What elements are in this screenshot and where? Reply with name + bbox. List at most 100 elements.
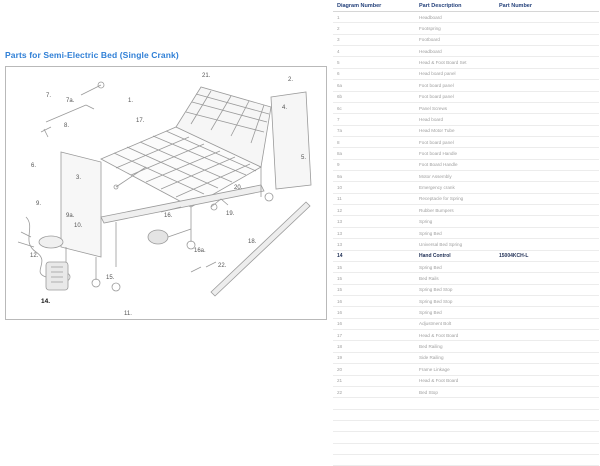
table-row: 13 Spring — [333, 215, 599, 228]
part-label: 7. — [46, 93, 51, 99]
table-header-row: Diagram Number Part Description Part Num… — [333, 0, 599, 12]
part-label: 12. — [30, 253, 39, 259]
cell-part-number — [495, 375, 599, 387]
cell-part-description: Foot board Handle — [415, 147, 495, 160]
cell-part-number — [495, 454, 599, 466]
cell-part-description: Foot board panel — [415, 79, 495, 92]
cell-diagram-number: 10 — [333, 181, 415, 194]
cell-part-description: Spring — [415, 215, 495, 228]
table-row: 8a Foot board Handle — [333, 147, 599, 160]
table-row: 17 Head & Foot Board — [333, 329, 599, 342]
table-row: 15 Spring Bed Stop — [333, 284, 599, 297]
cell-part-description: Spring Bed Stop — [415, 295, 495, 308]
cell-diagram-number: 16 — [333, 306, 415, 319]
table-row — [333, 409, 599, 421]
table-row: 6a Foot board panel — [333, 79, 599, 92]
cell-part-description: Receptacle for Spring — [415, 193, 495, 206]
cell-part-number — [495, 363, 599, 376]
cell-part-description — [415, 443, 495, 456]
cell-part-number — [495, 193, 599, 206]
cable-shape — [25, 216, 47, 278]
part-label: 4. — [282, 105, 287, 111]
cell-diagram-number: 13 — [333, 238, 415, 251]
parts-table-body: 1 Headboard 2 Footspring 3 Footboard 4 Headboar… — [333, 11, 599, 466]
cell-part-number — [495, 409, 599, 421]
cell-diagram-number: 22 — [333, 386, 415, 399]
cell-part-number — [495, 397, 599, 410]
table-row: 7a Head Motor Tube — [333, 125, 599, 137]
cell-diagram-number: 6 — [333, 68, 415, 81]
cell-part-description: Head board panel — [415, 68, 495, 81]
cell-part-number — [495, 147, 599, 160]
cell-part-description: Head & Foot Board — [415, 329, 495, 342]
table-row: 20 Frame Linkage — [333, 363, 599, 376]
cell-part-number — [495, 443, 599, 456]
table-row: 10 Emergency crank — [333, 181, 599, 194]
table-row: 9a Motor Assembly — [333, 170, 599, 183]
table-row — [333, 420, 599, 433]
cell-diagram-number: 8a — [333, 147, 415, 160]
cell-part-description: Head & Foot Board Set — [415, 56, 495, 69]
cell-diagram-number: 1 — [333, 11, 415, 24]
footboard-shape — [60, 151, 102, 258]
cell-diagram-number: 7 — [333, 113, 415, 126]
cell-part-description: Footboard — [415, 34, 495, 47]
table-row: 15 Spring Bed — [333, 261, 599, 274]
table-row — [333, 443, 599, 456]
cell-diagram-number: 6c — [333, 102, 415, 115]
cell-diagram-number: 15 — [333, 272, 415, 285]
cell-part-description — [415, 420, 495, 433]
cell-part-number — [495, 56, 599, 69]
cell-part-description: Emergency crank — [415, 181, 495, 194]
column-header-diagram-number: Diagram Number — [333, 0, 415, 12]
cell-part-description: Bed Rails — [415, 272, 495, 285]
table-row: 15 Bed Rails — [333, 272, 599, 285]
cell-diagram-number: 7a — [333, 125, 415, 137]
cell-diagram-number: 15 — [333, 261, 415, 274]
cell-diagram-number: 9 — [333, 159, 415, 172]
table-row — [333, 397, 599, 410]
table-row: 19 Side Railing — [333, 352, 599, 365]
cell-part-number — [495, 295, 599, 308]
table-row: 4 Headboard — [333, 45, 599, 58]
part-label: 6. — [31, 163, 36, 169]
table-row: 16 Spring Bed — [333, 306, 599, 319]
part-label: 22. — [218, 263, 227, 269]
headboard-shape — [270, 91, 312, 190]
cell-part-number — [495, 181, 599, 194]
cell-part-description: Foot Board Handle — [415, 159, 495, 172]
table-row: 13 Spring Bed — [333, 227, 599, 240]
table-row: 6b Foot board panel — [333, 91, 599, 103]
cell-part-description: Rubber Bumpers — [415, 204, 495, 217]
cell-part-number — [495, 318, 599, 331]
cell-diagram-number: 6b — [333, 91, 415, 103]
cell-part-number — [495, 204, 599, 217]
cell-diagram-number: 12 — [333, 204, 415, 217]
cell-part-description: Spring Bed — [415, 227, 495, 240]
cell-part-description: Frame Linkage — [415, 363, 495, 376]
cell-diagram-number: 18 — [333, 340, 415, 353]
parts-table: Diagram Number Part Description Part Num… — [333, 0, 599, 466]
cell-diagram-number: 5 — [333, 56, 415, 69]
cell-part-number — [495, 227, 599, 240]
cell-diagram-number: 8 — [333, 136, 415, 149]
cell-part-description: Foot board panel — [415, 91, 495, 103]
cell-part-number — [495, 45, 599, 58]
cell-part-number — [495, 22, 599, 35]
cell-part-number — [495, 431, 599, 444]
cell-part-number — [495, 11, 599, 24]
cell-part-number — [495, 215, 599, 228]
part-label-highlighted: 14. — [41, 298, 50, 305]
cell-part-description — [415, 409, 495, 421]
cell-part-description: Foot board panel — [415, 136, 495, 149]
part-label: 17. — [136, 118, 145, 124]
part-label: 11. — [124, 311, 132, 317]
cell-diagram-number — [333, 443, 415, 456]
table-row: 9 Foot Board Handle — [333, 159, 599, 172]
part-label: 19. — [226, 211, 235, 217]
table-row: 5 Head & Foot Board Set — [333, 56, 599, 69]
part-label: 20. — [234, 185, 243, 191]
cell-diagram-number: 3 — [333, 34, 415, 47]
cell-diagram-number — [333, 431, 415, 444]
cell-part-number — [495, 352, 599, 365]
